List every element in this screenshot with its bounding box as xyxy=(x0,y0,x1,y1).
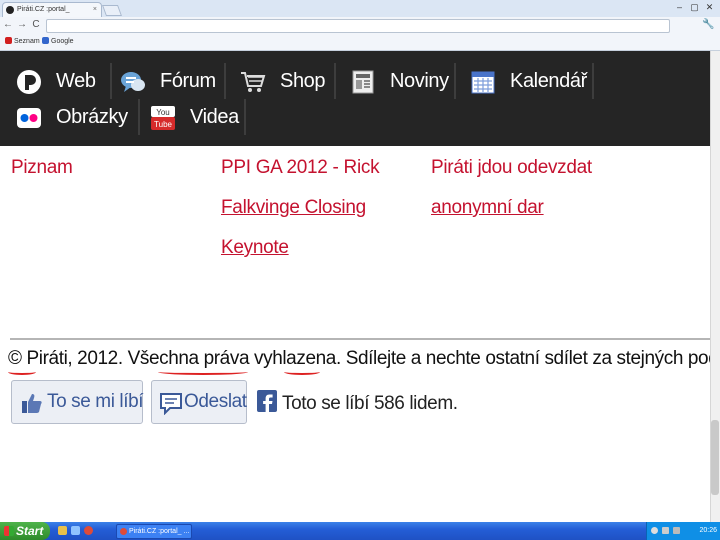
address-bar[interactable] xyxy=(46,19,670,33)
language-icon[interactable] xyxy=(673,527,680,534)
nav-item-videa[interactable]: You Tube Videa xyxy=(150,99,246,135)
clock: 20:26 xyxy=(699,527,717,534)
seznam-icon xyxy=(5,37,12,44)
link-keynote[interactable]: Keynote xyxy=(221,236,289,260)
bookmark-seznam[interactable]: Seznam xyxy=(5,37,40,47)
chrome-icon xyxy=(120,528,127,535)
scrollbar-thumb[interactable] xyxy=(711,420,719,495)
quicklaunch-explorer-icon[interactable] xyxy=(58,526,67,535)
nav-item-web[interactable]: Web xyxy=(16,63,112,99)
link-piznam[interactable]: Piznam xyxy=(11,156,73,180)
nav-item-label: Videa xyxy=(190,106,239,128)
wrench-menu-icon[interactable]: 🔧 xyxy=(702,17,714,33)
system-tray: 20:26 xyxy=(646,522,720,540)
nav-item-forum[interactable]: Fórum xyxy=(120,63,226,99)
svg-text:Tube: Tube xyxy=(154,120,172,129)
spellcheck-underline xyxy=(8,369,36,375)
tab-close-icon[interactable]: × xyxy=(93,3,97,17)
web-page: Web Fórum Shop Noviny Kalendář Obrázky Y… xyxy=(0,51,710,522)
minimize-button[interactable]: – xyxy=(672,1,687,13)
newspaper-icon xyxy=(352,70,374,94)
top-navigation: Web Fórum Shop Noviny Kalendář Obrázky Y… xyxy=(0,51,710,146)
start-button[interactable]: Start xyxy=(0,522,50,540)
nav-item-label: Web xyxy=(56,70,96,92)
bookmarks-bar: Seznam Google xyxy=(0,34,720,51)
forward-button[interactable]: → xyxy=(16,17,28,33)
nav-item-label: Obrázky xyxy=(56,106,128,128)
footer-divider xyxy=(10,338,710,340)
browser-tab[interactable]: Piráti.CZ :portal_ × xyxy=(2,2,102,17)
nav-item-shop[interactable]: Shop xyxy=(240,63,336,99)
facebook-send-button[interactable]: Odeslat xyxy=(151,380,247,424)
link-ppi-ga-2012-rick[interactable]: PPI GA 2012 - Rick xyxy=(221,156,380,180)
copyright-label: Piráti, 2012. Všechna práva vyhlazena. S… xyxy=(26,348,711,369)
link-pirati-jdou-odevzdat[interactable]: Piráti jdou odevzdat xyxy=(431,156,592,180)
google-icon xyxy=(42,37,49,44)
pirate-favicon-icon xyxy=(6,6,14,14)
windows-logo-icon xyxy=(4,526,14,536)
flickr-icon xyxy=(17,108,41,128)
spellcheck-underline xyxy=(158,369,248,375)
youtube-icon: You Tube xyxy=(151,106,175,130)
nav-item-label: Noviny xyxy=(390,70,449,92)
message-bubble-icon xyxy=(160,393,182,415)
quicklaunch-chrome-icon[interactable] xyxy=(84,526,93,535)
copyright-icon: © xyxy=(8,348,22,369)
facebook-like-button[interactable]: To se mi líbí xyxy=(11,380,144,424)
close-window-button[interactable]: ✕ xyxy=(702,1,717,13)
like-count-text: Toto se líbí 586 lidem. xyxy=(282,393,458,414)
calendar-icon xyxy=(471,71,495,94)
pirate-logo-icon xyxy=(17,70,41,94)
like-label: To se mi líbí xyxy=(47,391,144,412)
network-icon[interactable] xyxy=(651,527,658,534)
nav-item-kalendar[interactable]: Kalendář xyxy=(470,63,594,99)
facebook-icon xyxy=(257,390,277,412)
volume-icon[interactable] xyxy=(662,527,669,534)
start-label: Start xyxy=(16,524,44,538)
svg-text:You: You xyxy=(156,108,170,117)
reload-button[interactable]: C xyxy=(30,17,42,33)
maximize-button[interactable]: ▢ xyxy=(687,1,702,13)
link-falkvinge-closing[interactable]: Falkvinge Closing xyxy=(221,196,366,220)
send-label: Odeslat xyxy=(184,391,247,412)
shopping-cart-icon xyxy=(241,72,266,92)
nav-item-label: Kalendář xyxy=(510,70,587,92)
nav-item-obrazky[interactable]: Obrázky xyxy=(16,99,140,135)
thumbs-up-icon xyxy=(22,394,42,413)
copyright-text: © Piráti, 2012. Všechna práva vyhlazena.… xyxy=(8,347,710,371)
bookmark-google[interactable]: Google xyxy=(42,37,74,47)
bookmark-label: Google xyxy=(51,38,74,45)
bookmark-label: Seznam xyxy=(14,38,40,45)
nav-item-noviny[interactable]: Noviny xyxy=(350,63,456,99)
chat-bubbles-icon xyxy=(121,72,145,92)
back-button[interactable]: ← xyxy=(2,17,14,33)
tab-title: Piráti.CZ :portal_ xyxy=(17,6,70,13)
taskbar-item-browser[interactable]: Piráti.CZ :portal_ ... xyxy=(116,524,192,539)
nav-item-label: Fórum xyxy=(160,70,216,92)
taskbar-item-label: Piráti.CZ :portal_ ... xyxy=(129,528,190,535)
nav-item-label: Shop xyxy=(280,70,326,92)
quicklaunch-desktop-icon[interactable] xyxy=(71,526,80,535)
spellcheck-underline xyxy=(284,369,320,375)
link-anonymni-dar[interactable]: anonymní dar xyxy=(431,196,544,220)
windows-taskbar xyxy=(0,522,720,540)
